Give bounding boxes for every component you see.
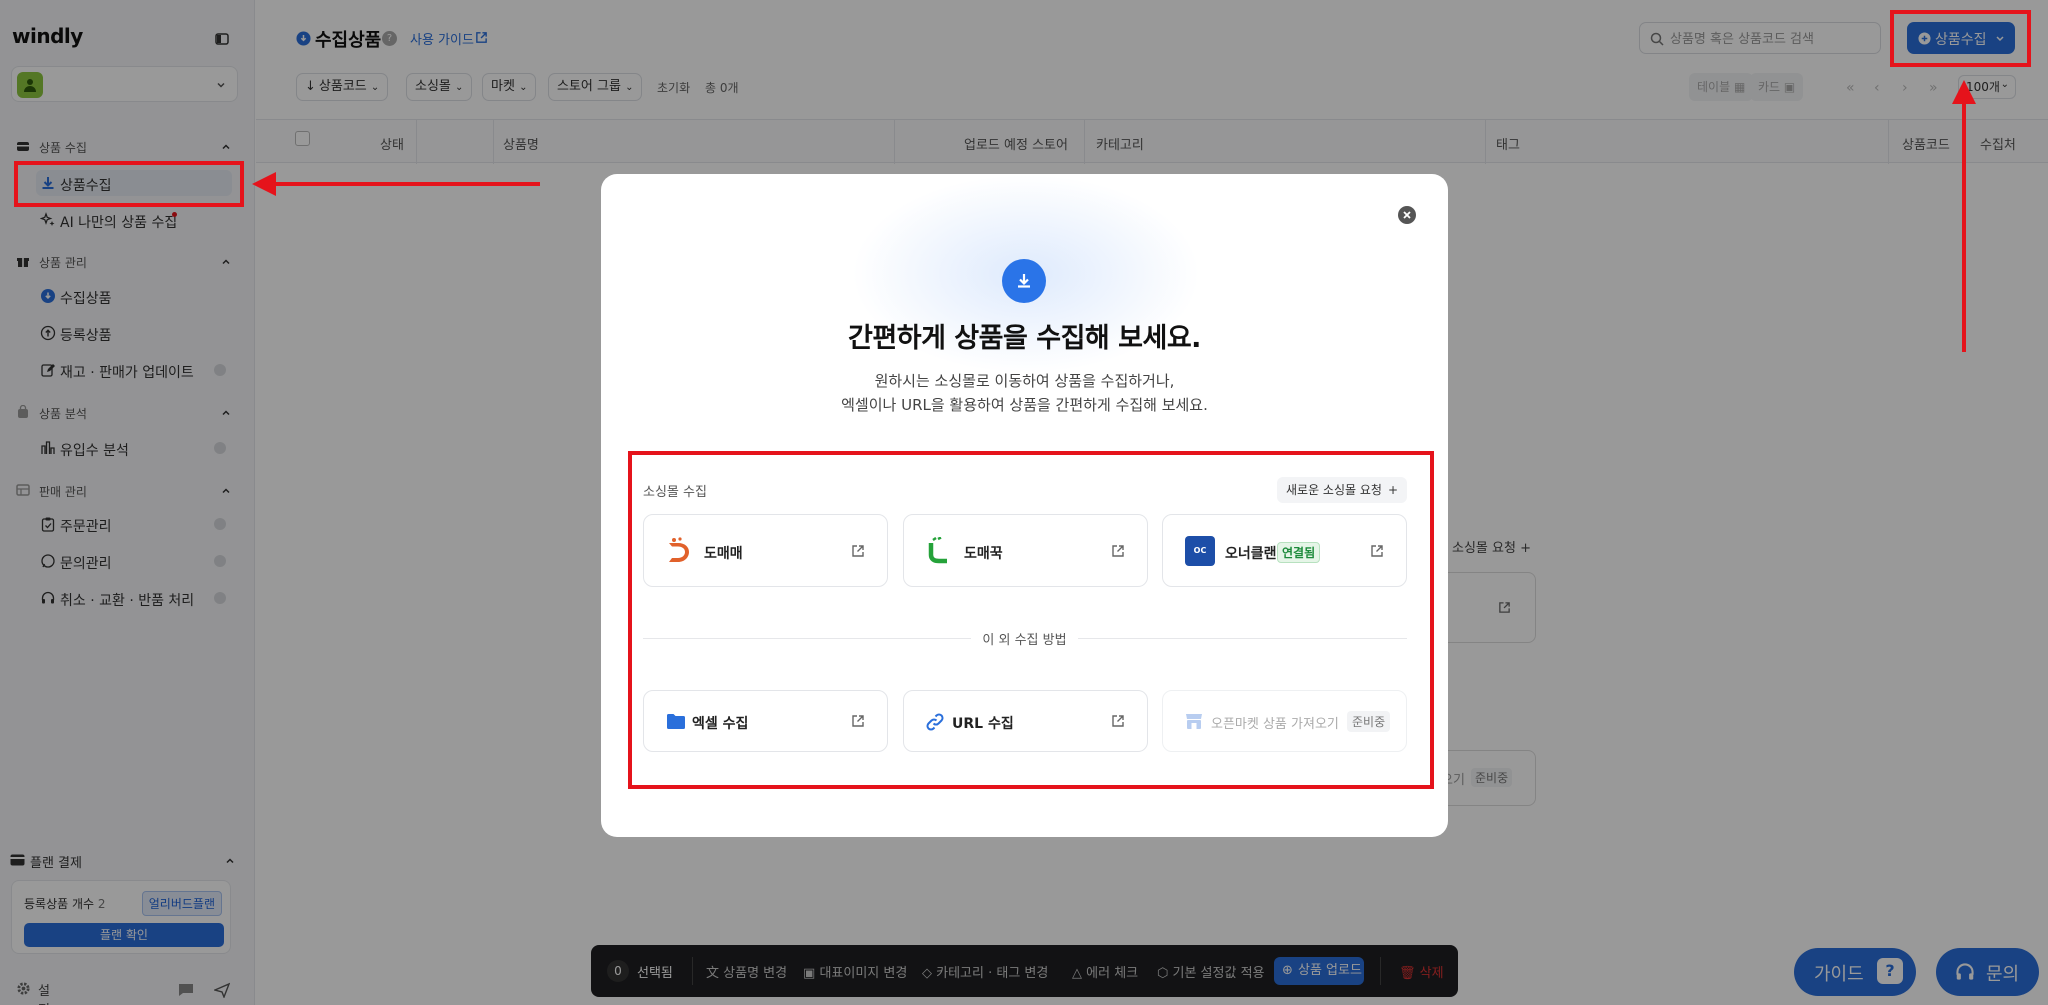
- close-icon[interactable]: [1398, 206, 1416, 224]
- arrow-left-icon: [252, 172, 276, 196]
- annotation-box-sidebar: [14, 161, 244, 207]
- arrow-up-icon: [1952, 80, 1976, 104]
- annotation-arrow-sidebar: [270, 182, 540, 186]
- annotation-box-modal-options: [628, 451, 1434, 789]
- modal-title: 간편하게 상품을 수집해 보세요.: [848, 323, 1201, 354]
- annotation-box-collect-button: [1890, 10, 2031, 67]
- download-icon: [1002, 259, 1046, 303]
- modal-description-line1: 원하시는 소싱몰로 이동하여 상품을 수집하거나,: [874, 372, 1175, 390]
- annotation-arrow-collect-button: [1962, 100, 1966, 352]
- modal-description-line2: 엑셀이나 URL을 활용하여 상품을 간편하게 수집해 보세요.: [841, 396, 1208, 414]
